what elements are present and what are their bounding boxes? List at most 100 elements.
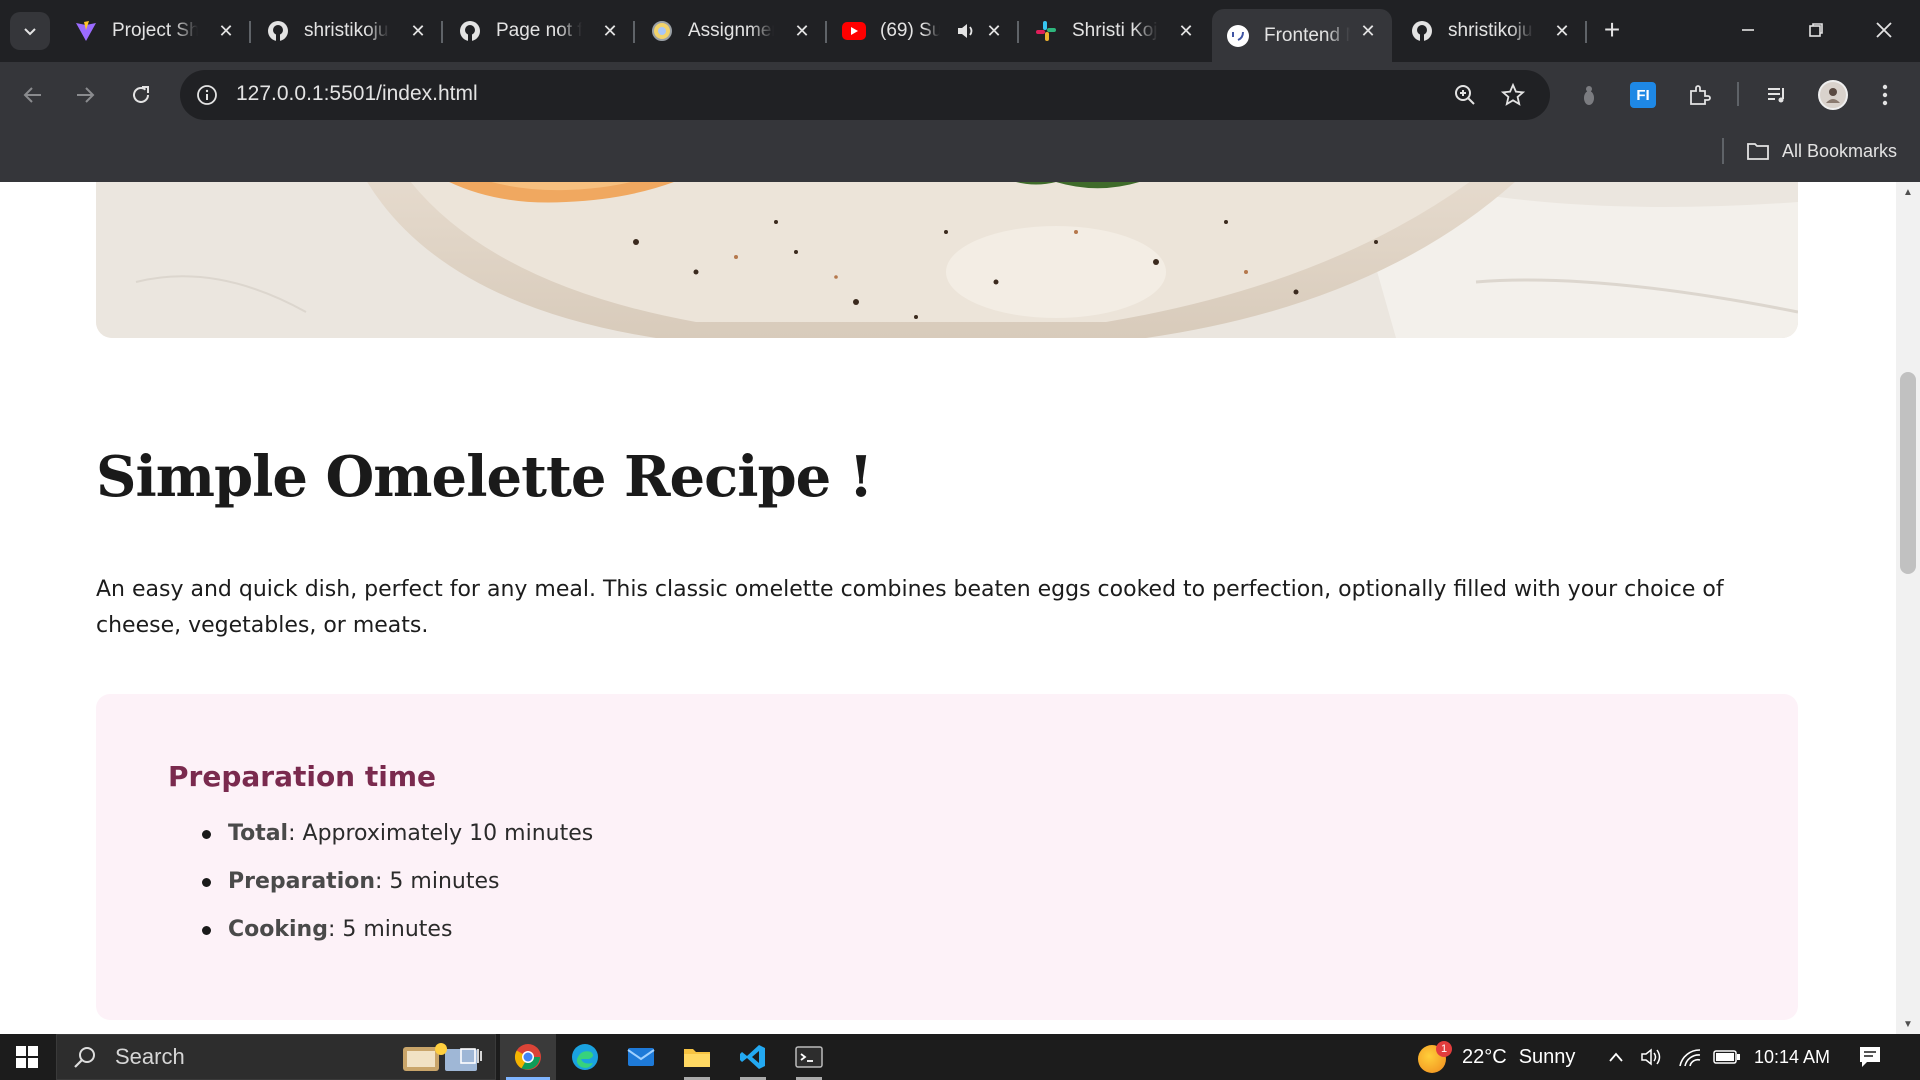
scroll-down-arrow-icon[interactable]: ▼	[1902, 1018, 1914, 1030]
bookmarks-separator	[1722, 138, 1724, 164]
reload-icon	[133, 86, 149, 103]
close-icon[interactable]: ✕	[214, 19, 238, 43]
scroll-up-arrow-icon[interactable]: ▲	[1902, 186, 1914, 198]
show-hidden-icons-button[interactable]	[1604, 1034, 1628, 1080]
speaker-icon	[1641, 1048, 1661, 1066]
zoom-icon[interactable]	[1450, 80, 1480, 110]
tab-separator	[249, 21, 251, 43]
tab-title: Shristi Koju	[1072, 20, 1158, 41]
site-info-icon[interactable]	[194, 82, 220, 108]
scrollbar-thumb[interactable]	[1900, 372, 1916, 574]
prep-item-value: : 5 minutes	[327, 917, 453, 942]
preparation-time-heading: Preparation time	[168, 760, 437, 793]
notifications-button[interactable]	[1850, 1034, 1890, 1080]
extensions-puzzle-icon[interactable]	[1680, 76, 1718, 114]
terminal-icon	[795, 1046, 823, 1068]
tab-title: Page not fo	[496, 20, 582, 41]
taskbar-vscode[interactable]	[728, 1034, 778, 1080]
extension-icon[interactable]	[1570, 76, 1608, 114]
prep-item-label: Preparation	[228, 869, 376, 894]
close-icon[interactable]: ✕	[1174, 19, 1198, 43]
windows-taskbar: Search 1 22°C Sunny 10:14 AM	[0, 1034, 1920, 1080]
frontend-mentor-icon	[1226, 24, 1250, 48]
battery-icon	[1713, 1050, 1740, 1064]
forward-button[interactable]	[66, 76, 104, 114]
tab-separator	[825, 21, 827, 43]
toolbar-separator	[1737, 82, 1739, 106]
prep-item-label: Cooking	[228, 917, 328, 942]
tab-strip: Project Sh ✕ shristikoju ✕ Page not fo ✕…	[0, 0, 1920, 62]
speaker-icon[interactable]	[956, 21, 976, 47]
close-icon[interactable]: ✕	[790, 19, 814, 43]
mail-icon	[627, 1048, 655, 1066]
tab-7[interactable]: shristikoju ✕	[1396, 9, 1587, 53]
all-bookmarks-button[interactable]: All Bookmarks	[1746, 136, 1897, 166]
github-icon	[458, 19, 482, 43]
clock[interactable]: 10:14 AM	[1754, 1034, 1830, 1080]
chevron-down-icon	[24, 28, 36, 36]
task-view-button[interactable]	[448, 1034, 494, 1080]
weather-widget[interactable]: 1 22°C Sunny	[1416, 1034, 1575, 1080]
minimize-button[interactable]	[1714, 0, 1782, 60]
task-view-icon	[460, 1048, 482, 1064]
tab-4[interactable]: (69) Su ✕	[828, 9, 1019, 53]
tab-5[interactable]: Shristi Koju ✕	[1020, 9, 1210, 53]
close-icon[interactable]: ✕	[1356, 19, 1380, 43]
close-window-button[interactable]	[1850, 0, 1918, 60]
page-viewport: Simple Omelette Recipe ! An easy and qui…	[0, 182, 1920, 1034]
close-icon[interactable]: ✕	[982, 19, 1006, 43]
taskbar-search-box[interactable]: Search	[56, 1034, 496, 1080]
extension-fi-button[interactable]: FI	[1624, 76, 1662, 114]
back-button[interactable]	[14, 76, 52, 114]
browser-menu-button[interactable]	[1866, 76, 1904, 114]
network-button[interactable]	[1676, 1034, 1704, 1080]
restore-button[interactable]	[1782, 0, 1850, 60]
profile-avatar[interactable]	[1814, 76, 1852, 114]
new-tab-button[interactable]: +	[1596, 15, 1628, 47]
tab-separator	[1585, 21, 1587, 43]
bookmarks-bar: All Bookmarks	[0, 128, 1920, 182]
tab-search-button[interactable]	[10, 12, 50, 50]
volume-button[interactable]	[1638, 1034, 1666, 1080]
list-item: Cooking: 5 minutes	[201, 915, 593, 963]
close-icon[interactable]: ✕	[598, 19, 622, 43]
address-url[interactable]: 127.0.0.1:5501/index.html	[236, 82, 478, 106]
preparation-time-card: Preparation time Total: Approximately 10…	[96, 694, 1798, 1020]
globe-icon	[650, 19, 674, 43]
taskbar-mail[interactable]	[616, 1034, 666, 1080]
tab-1[interactable]: shristikoju ✕	[252, 9, 443, 53]
github-icon	[1410, 19, 1434, 43]
weather-temperature: 22°C	[1462, 1045, 1507, 1068]
tab-2[interactable]: Page not fo ✕	[444, 9, 635, 53]
youtube-icon	[842, 19, 866, 43]
fi-extension-label: FI	[1630, 82, 1656, 108]
chevron-up-icon	[1609, 1052, 1623, 1062]
taskbar-search-label: Search	[115, 1044, 185, 1069]
tab-3[interactable]: Assignmen ✕	[636, 9, 827, 53]
taskbar-chrome[interactable]	[500, 1034, 556, 1080]
start-button[interactable]	[0, 1034, 54, 1080]
close-icon[interactable]: ✕	[1550, 19, 1574, 43]
taskbar-file-explorer[interactable]	[672, 1034, 722, 1080]
browser-toolbar: 127.0.0.1:5501/index.html FI	[0, 62, 1920, 128]
taskbar-edge[interactable]	[560, 1034, 610, 1080]
battery-button[interactable]	[1712, 1034, 1742, 1080]
close-icon	[1876, 22, 1892, 38]
reload-button[interactable]	[122, 76, 160, 114]
weather-condition: Sunny	[1518, 1045, 1576, 1068]
minimize-icon	[1742, 29, 1754, 31]
vertical-scrollbar[interactable]: ▲ ▼	[1896, 182, 1920, 1034]
windows-logo-icon	[16, 1046, 38, 1068]
page-title: Simple Omelette Recipe !	[96, 444, 873, 510]
preparation-time-list: Total: Approximately 10 minutes Preparat…	[201, 819, 593, 963]
weather-sun-icon: 1	[1416, 1041, 1452, 1073]
tab-0[interactable]: Project Sh ✕	[60, 9, 251, 53]
notification-icon	[1860, 1047, 1880, 1067]
tab-6-active[interactable]: Frontend M ✕	[1212, 9, 1392, 62]
close-icon[interactable]: ✕	[406, 19, 430, 43]
media-control-icon[interactable]	[1758, 76, 1796, 114]
arrow-right-icon	[77, 87, 95, 103]
address-bar[interactable]: 127.0.0.1:5501/index.html	[180, 70, 1550, 120]
taskbar-terminal[interactable]	[784, 1034, 834, 1080]
star-bookmark-icon[interactable]	[1498, 80, 1528, 110]
